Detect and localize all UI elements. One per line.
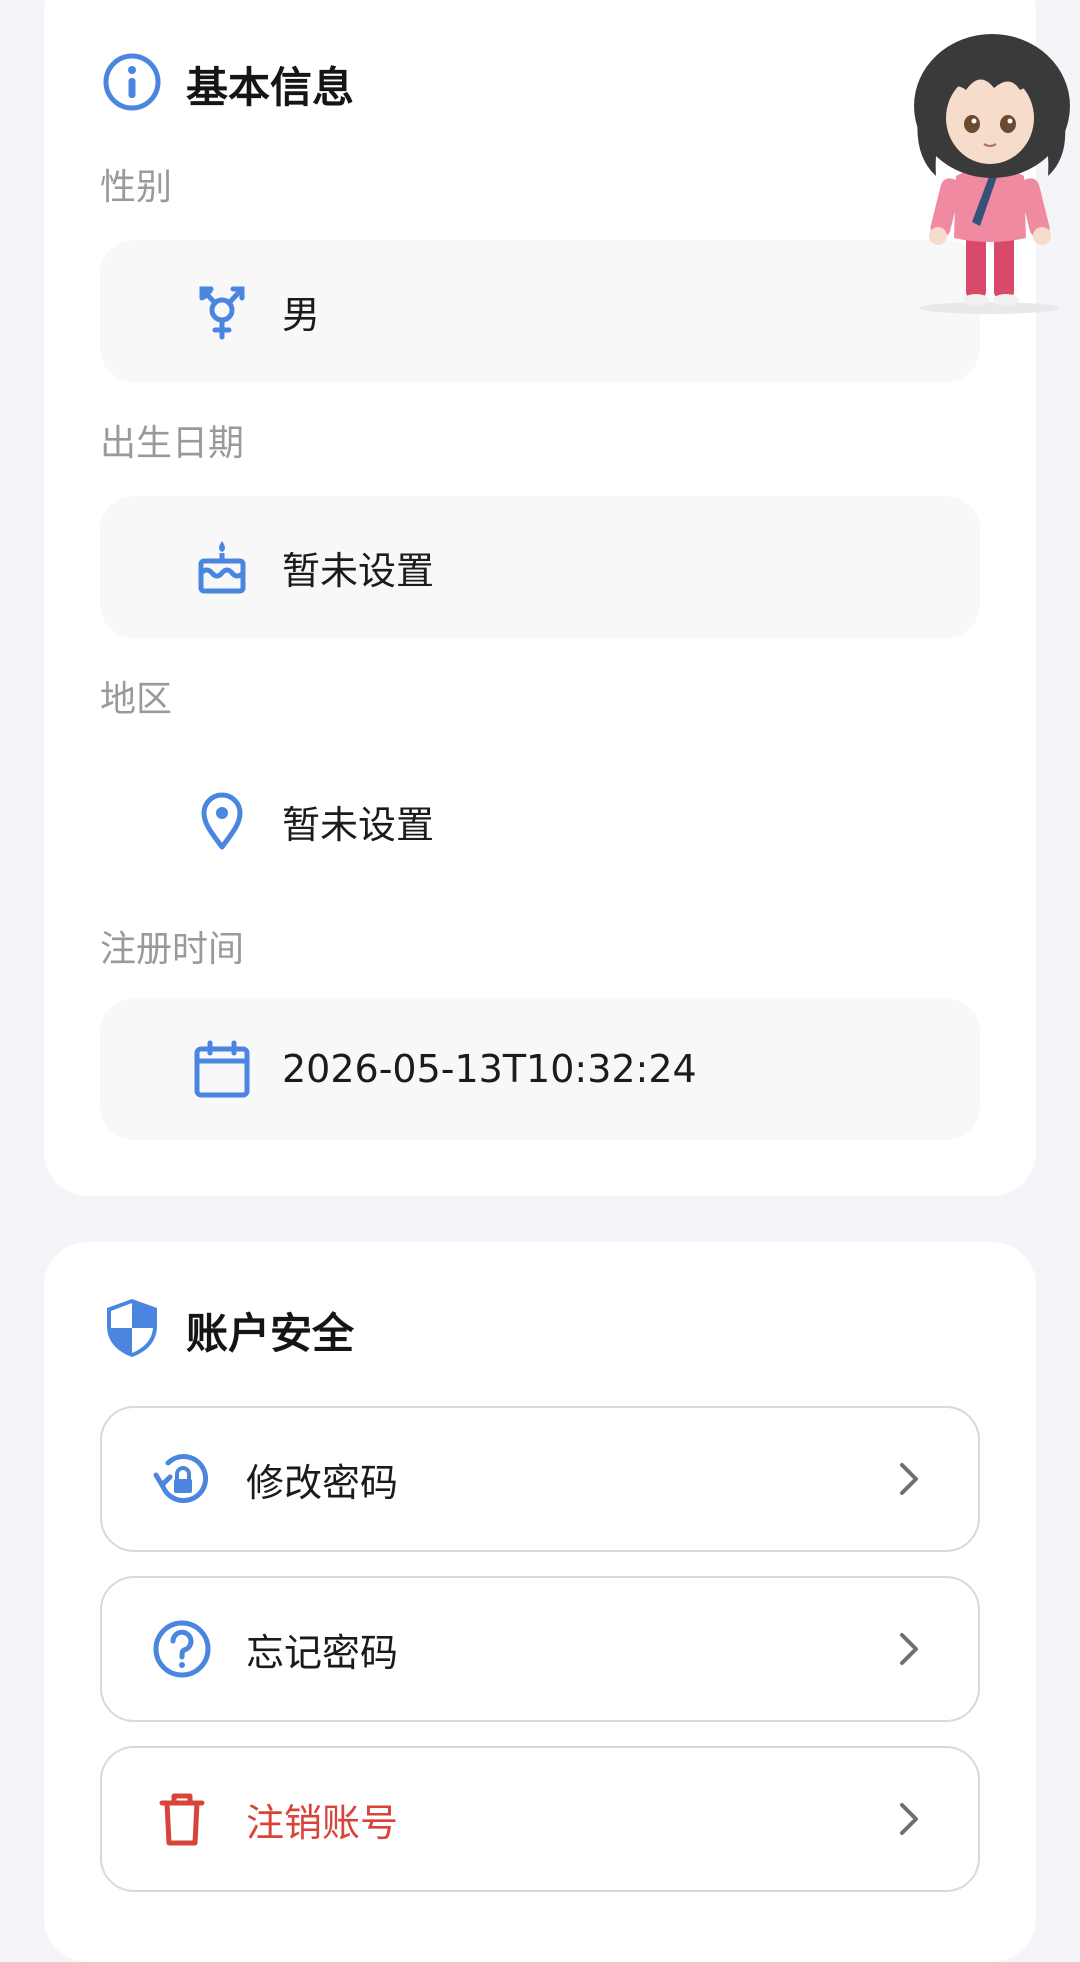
question-circle-icon bbox=[150, 1617, 214, 1681]
delete-account-label: 注销账号 bbox=[246, 1800, 399, 1845]
basic-info-header: 基本信息 bbox=[102, 52, 355, 116]
forgot-password-label: 忘记密码 bbox=[246, 1630, 399, 1675]
gender-value: 男 bbox=[282, 292, 321, 337]
birthdate-label: 出生日期 bbox=[100, 423, 245, 464]
region-value: 暂未设置 bbox=[282, 802, 435, 847]
gender-icon bbox=[192, 281, 252, 341]
chevron-right-icon bbox=[888, 1459, 928, 1499]
mascot-figure bbox=[914, 34, 1070, 314]
chevron-right-icon bbox=[888, 1629, 928, 1669]
trash-icon bbox=[150, 1787, 214, 1851]
change-password-button[interactable]: 修改密码 bbox=[100, 1406, 980, 1552]
shield-icon bbox=[102, 1296, 162, 1364]
location-pin-icon bbox=[192, 791, 252, 851]
lock-reset-icon bbox=[150, 1447, 214, 1511]
register-time-value: 2026-05-13T10:32:24 bbox=[282, 1047, 697, 1091]
region-label: 地区 bbox=[100, 679, 173, 720]
account-security-card: 账户安全 修改密码 忘记密码 注销账号 bbox=[44, 1242, 1036, 1962]
birthdate-value: 暂未设置 bbox=[282, 548, 435, 593]
cake-icon bbox=[192, 537, 252, 597]
chevron-right-icon bbox=[888, 1799, 928, 1839]
delete-account-button[interactable]: 注销账号 bbox=[100, 1746, 980, 1892]
gender-label: 性别 bbox=[100, 167, 173, 208]
info-icon bbox=[102, 52, 162, 116]
security-title: 账户安全 bbox=[186, 1308, 355, 1358]
forgot-password-button[interactable]: 忘记密码 bbox=[100, 1576, 980, 1722]
basic-info-title: 基本信息 bbox=[186, 62, 355, 112]
security-header: 账户安全 bbox=[102, 1299, 355, 1360]
register-time-field: 2026-05-13T10:32:24 bbox=[100, 998, 980, 1140]
gender-field[interactable]: 男 bbox=[100, 240, 980, 382]
calendar-icon bbox=[192, 1039, 252, 1099]
register-time-label: 注册时间 bbox=[100, 929, 245, 970]
basic-info-card: 基本信息 性别 男 出生日期 暂未设置 地区 暂未设置 注册时间 2026-05… bbox=[44, 0, 1070, 1196]
birthdate-field[interactable]: 暂未设置 bbox=[100, 496, 980, 638]
change-password-label: 修改密码 bbox=[246, 1460, 399, 1505]
region-field[interactable]: 暂未设置 bbox=[100, 750, 980, 892]
